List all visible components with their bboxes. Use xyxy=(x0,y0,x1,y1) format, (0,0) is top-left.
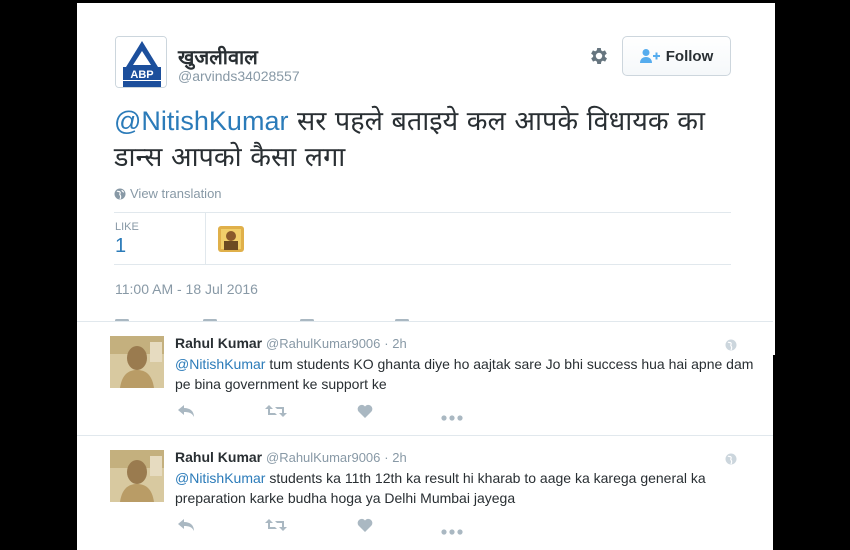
reply-author-name: Rahul Kumar xyxy=(175,335,263,351)
tweet-timestamp[interactable]: 11:00 AM - 18 Jul 2016 xyxy=(115,281,258,297)
likes-count: 1 xyxy=(115,235,127,257)
retweet-icon[interactable] xyxy=(265,518,287,537)
heart-icon[interactable] xyxy=(357,404,373,423)
reply-icon[interactable] xyxy=(177,518,195,537)
likes-stat[interactable]: LIKE 1 xyxy=(114,213,206,264)
reply-author-handle: @RahulKumar9006 xyxy=(266,336,381,351)
tweet-mention-link[interactable]: @NitishKumar xyxy=(114,106,288,136)
author-handle[interactable]: @arvinds34028557 xyxy=(178,68,300,84)
reply-tweet[interactable]: Rahul Kumar @RahulKumar9006 · 2h @Nitish… xyxy=(77,321,773,435)
more-icon[interactable] xyxy=(441,408,463,426)
reply-author-handle: @RahulKumar9006 xyxy=(266,450,381,465)
retweet-icon[interactable] xyxy=(265,404,287,423)
liker-avatar[interactable] xyxy=(218,226,244,252)
reply-text: @NitishKumar students ka 11th 12th ka re… xyxy=(175,468,755,508)
likes-label: LIKE xyxy=(115,221,139,233)
reply-avatar[interactable] xyxy=(110,336,164,388)
reply-avatar[interactable] xyxy=(110,450,164,502)
globe-icon xyxy=(114,188,126,199)
reply-author-name: Rahul Kumar xyxy=(175,449,263,465)
main-tweet-card: ABP खुजलीवाल @arvinds34028557 Follow @Ni… xyxy=(77,3,775,355)
tweet-text: @NitishKumar सर पहले बताइये कल आपके विधा… xyxy=(114,103,744,176)
reply-time: · 2h xyxy=(384,450,407,465)
reply-tweet[interactable]: Rahul Kumar @RahulKumar9006 · 2h @Nitish… xyxy=(77,435,773,550)
reply-actions xyxy=(175,518,475,536)
view-translation-label: View translation xyxy=(130,186,222,201)
reply-mention-link[interactable]: @NitishKumar xyxy=(175,356,265,372)
reply-author[interactable]: Rahul Kumar @RahulKumar9006 · 2h xyxy=(175,449,407,465)
reply-text: @NitishKumar tum students KO ghanta diye… xyxy=(175,354,755,394)
reply-actions xyxy=(175,404,475,422)
reply-author[interactable]: Rahul Kumar @RahulKumar9006 · 2h xyxy=(175,335,407,351)
follow-person-icon xyxy=(639,49,660,63)
gear-icon[interactable] xyxy=(588,45,610,67)
more-icon[interactable] xyxy=(441,522,463,540)
reply-mention-link[interactable]: @NitishKumar xyxy=(175,470,265,486)
follow-button[interactable]: Follow xyxy=(622,36,731,76)
reply-time: · 2h xyxy=(384,336,407,351)
view-translation-link[interactable]: View translation xyxy=(114,186,222,201)
author-avatar[interactable]: ABP xyxy=(115,36,167,88)
tweet-stats: LIKE 1 xyxy=(114,212,731,265)
reply-icon[interactable] xyxy=(177,404,195,423)
avatar-logo-text: ABP xyxy=(130,69,153,81)
follow-button-label: Follow xyxy=(665,47,714,65)
author-display-name[interactable]: खुजलीवाल xyxy=(178,43,258,70)
heart-icon[interactable] xyxy=(357,518,373,537)
